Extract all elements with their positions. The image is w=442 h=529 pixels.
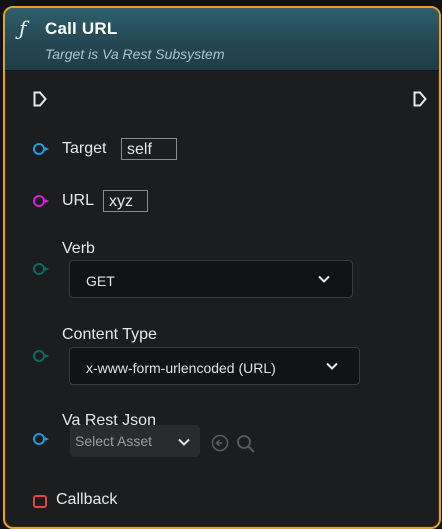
select-asset-placeholder: Select Asset [75, 433, 153, 449]
node-header[interactable]: ƒ Call URL Target is Va Rest Subsystem [5, 8, 439, 71]
chevron-down-icon [178, 438, 190, 446]
exec-output-icon[interactable] [413, 91, 427, 107]
content-type-pin-icon[interactable] [33, 350, 49, 362]
content-type-selected-value: x-www-form-urlencoded (URL) [86, 360, 276, 376]
exec-input-icon[interactable] [33, 91, 47, 107]
url-pin-icon[interactable] [33, 195, 49, 207]
target-value-field[interactable]: self [121, 138, 177, 160]
content-type-label: Content Type [62, 326, 157, 343]
url-label: URL [62, 192, 95, 209]
va-rest-json-pin-icon[interactable] [33, 433, 49, 445]
use-selected-asset-icon[interactable] [211, 434, 229, 452]
target-label: Target [62, 140, 107, 157]
function-icon: ƒ [19, 16, 27, 40]
node-subtitle: Target is Va Rest Subsystem [45, 46, 225, 62]
node-title: Call URL [45, 19, 118, 38]
url-value-field[interactable]: xyz [103, 190, 148, 212]
verb-selected-value: GET [86, 273, 115, 289]
verb-pin-icon[interactable] [33, 263, 49, 275]
callback-label: Callback [56, 491, 118, 508]
select-asset-dropdown[interactable]: Select Asset [70, 425, 200, 457]
chevron-down-icon [326, 362, 338, 370]
callback-pin-icon[interactable] [33, 495, 47, 508]
browse-asset-search-icon[interactable] [236, 434, 256, 454]
chevron-down-icon [318, 275, 330, 283]
content-type-dropdown[interactable]: x-www-form-urlencoded (URL) [69, 347, 360, 385]
verb-label: Verb [62, 240, 95, 257]
target-pin-icon[interactable] [33, 143, 49, 155]
verb-dropdown[interactable]: GET [69, 260, 353, 298]
